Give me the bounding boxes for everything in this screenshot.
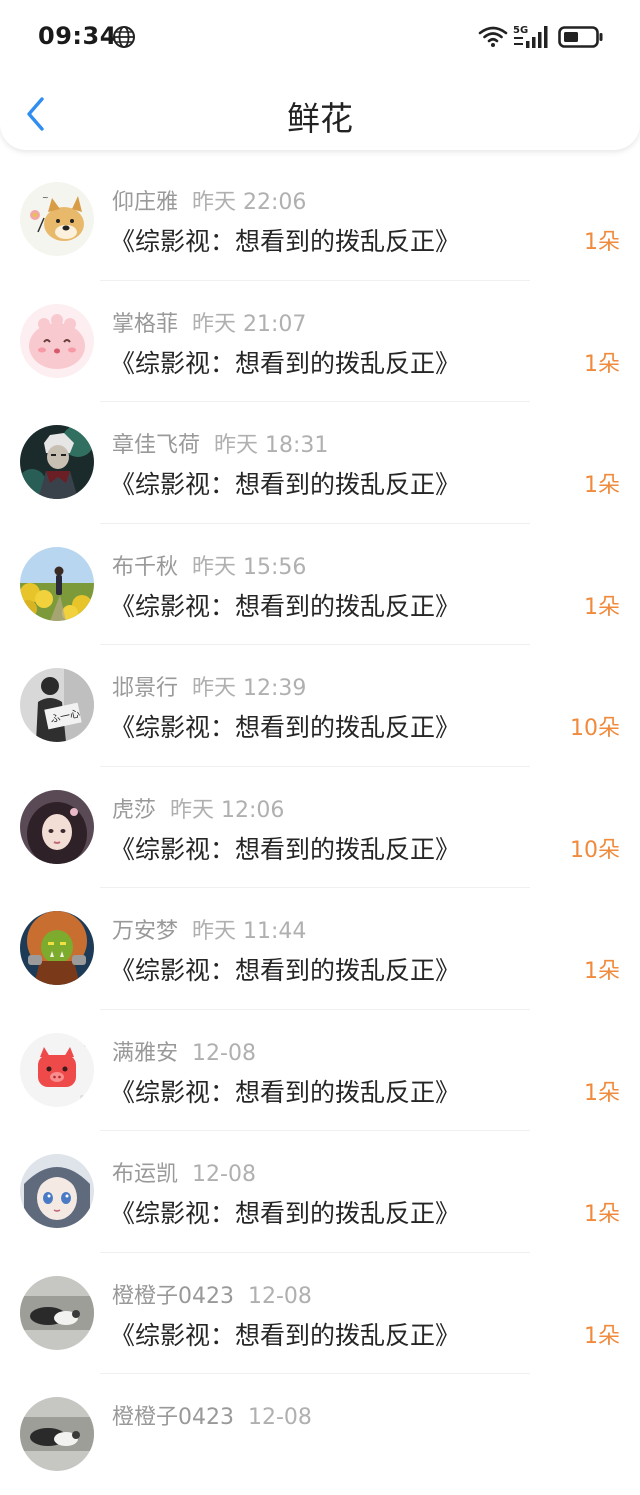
list-item[interactable]: 虎莎 昨天 12:06 《综影视：想看到的拨乱反正》 10朵	[0, 765, 640, 888]
top-header: 09:34 5G 鲜花	[0, 0, 640, 150]
book-title: 《综影视：想看到的拨乱反正》	[110, 1320, 461, 1350]
timestamp: 昨天 12:39	[192, 676, 307, 701]
item-meta: 掌格菲 昨天 21:07	[112, 306, 306, 338]
list-item[interactable]: ふ一心 邶景行 昨天 12:39 《综影视：想看到的拨乱反正》 10朵	[0, 644, 640, 766]
row-divider	[100, 644, 530, 645]
status-bar: 09:34 5G	[0, 0, 640, 76]
row-divider	[100, 522, 530, 524]
user-name[interactable]: 布运凯	[112, 1162, 178, 1187]
timestamp: 昨天 18:31	[214, 433, 329, 458]
status-time: 09:34	[38, 22, 117, 50]
row-divider	[100, 1130, 530, 1131]
row-divider	[100, 279, 530, 281]
list-item[interactable]: 橙橙子0423 12-08 《综影视：想看到的拨乱反正》 1朵	[0, 1251, 640, 1374]
avatar[interactable]	[20, 425, 94, 499]
user-name[interactable]: 布千秋	[112, 555, 178, 580]
row-divider	[100, 765, 530, 767]
flower-count: 1朵	[584, 959, 620, 984]
avatar[interactable]	[20, 546, 94, 621]
list-item[interactable]: 布千秋 昨天 15:56 《综影视：想看到的拨乱反正》 1朵	[0, 522, 640, 645]
item-meta: 仰庄雅 昨天 22:06	[112, 184, 306, 216]
flower-count: 1朵	[584, 230, 620, 255]
book-title: 《综影视：想看到的拨乱反正》	[110, 834, 461, 864]
list-item[interactable]: 掌格菲 昨天 21:07 《综影视：想看到的拨乱反正》 1朵	[0, 279, 640, 402]
wifi-icon	[478, 26, 508, 47]
timestamp: 12-08	[192, 1162, 256, 1187]
flower-count: 1朵	[584, 594, 620, 620]
flower-count: 10朵	[570, 716, 620, 741]
flower-count: 10朵	[570, 837, 620, 863]
svg-text:~: ~	[42, 193, 49, 202]
book-title: 《综影视：想看到的拨乱反正》	[110, 227, 461, 256]
timestamp: 昨天 11:44	[192, 919, 307, 944]
page-title: 鲜花	[287, 99, 353, 138]
item-meta: 邶景行 昨天 12:39	[112, 670, 306, 702]
book-title: 《综影视：想看到的拨乱反正》	[110, 1199, 461, 1228]
flower-count: 1朵	[584, 473, 620, 498]
timestamp: 12-08	[248, 1283, 312, 1309]
user-name[interactable]: 仰庄雅	[112, 190, 178, 215]
row-divider	[100, 1373, 530, 1374]
book-title: 《综影视：想看到的拨乱反正》	[110, 1077, 461, 1107]
book-title: 《综影视：想看到的拨乱反正》	[110, 591, 461, 621]
user-name[interactable]: 邶景行	[112, 676, 178, 701]
timestamp: 昨天 21:07	[192, 311, 307, 337]
list-item[interactable]: 布运凯 12-08 《综影视：想看到的拨乱反正》 1朵	[0, 1130, 640, 1252]
book-title: 《综影视：想看到的拨乱反正》	[110, 470, 461, 499]
avatar[interactable]	[20, 1397, 94, 1471]
item-meta: 橙橙子0423 12-08	[112, 1399, 312, 1431]
user-name[interactable]: 章佳飞荷	[112, 433, 200, 458]
list-item[interactable]: 橙橙子0423 12-08	[0, 1373, 640, 1495]
row-divider	[100, 1008, 530, 1010]
timestamp: 12-08	[192, 1040, 256, 1066]
item-meta: 章佳飞荷 昨天 18:31	[112, 427, 328, 459]
item-meta: 橙橙子0423 12-08	[112, 1278, 312, 1310]
user-name[interactable]: 掌格菲	[112, 312, 178, 337]
item-meta: 虎莎 昨天 12:06	[112, 792, 284, 824]
item-meta: 万安梦 昨天 11:44	[112, 913, 306, 945]
user-name[interactable]: 虎莎	[112, 798, 156, 823]
user-name[interactable]: 满雅安	[112, 1041, 178, 1066]
avatar[interactable]	[20, 1275, 94, 1350]
list-item[interactable]: 满雅安 12-08 《综影视：想看到的拨乱反正》 1朵	[0, 1008, 640, 1131]
timestamp: 12-08	[248, 1405, 312, 1430]
globe-icon	[113, 26, 135, 48]
book-title: 《综影视：想看到的拨乱反正》	[110, 956, 461, 985]
book-title: 《综影视：想看到的拨乱反正》	[110, 713, 461, 742]
flower-count: 1朵	[584, 351, 620, 377]
flower-list: ~ 仰庄雅 昨天 22:06 《综影视：想看到的拨乱反正》 1朵 掌格菲 昨天 21:07 《…	[0, 158, 640, 1495]
timestamp: 昨天 12:06	[170, 797, 285, 823]
user-name[interactable]: 万安梦	[112, 919, 178, 944]
timestamp: 昨天 22:06	[192, 190, 307, 215]
user-name[interactable]: 橙橙子0423	[112, 1284, 234, 1309]
avatar[interactable]	[20, 1154, 94, 1228]
item-meta: 布千秋 昨天 15:56	[112, 549, 306, 581]
avatar[interactable]	[20, 303, 94, 378]
avatar[interactable]: ふ一心	[20, 668, 94, 742]
list-item[interactable]: ~ 仰庄雅 昨天 22:06 《综影视：想看到的拨乱反正》 1朵	[0, 158, 640, 280]
book-title: 《综影视：想看到的拨乱反正》	[110, 348, 461, 378]
item-meta: 满雅安 12-08	[112, 1035, 256, 1067]
row-divider	[100, 1251, 530, 1253]
flower-count: 1朵	[584, 1202, 620, 1227]
user-name[interactable]: 橙橙子0423	[112, 1405, 234, 1430]
row-divider	[100, 887, 530, 888]
timestamp: 昨天 15:56	[192, 554, 307, 580]
network-label: 5G	[513, 25, 528, 36]
item-meta: 布运凯 12-08	[112, 1156, 256, 1188]
flower-count: 1朵	[584, 1080, 620, 1106]
list-item[interactable]: 章佳飞荷 昨天 18:31 《综影视：想看到的拨乱反正》 1朵	[0, 401, 640, 523]
row-divider	[100, 401, 530, 402]
avatar[interactable]: ~	[20, 182, 94, 256]
avatar[interactable]	[20, 789, 94, 864]
avatar[interactable]	[20, 1032, 94, 1107]
signal-icon: 5G	[513, 25, 548, 48]
avatar[interactable]	[20, 911, 94, 985]
battery-icon	[558, 26, 603, 48]
flower-count: 1朵	[584, 1323, 620, 1349]
list-item[interactable]: 万安梦 昨天 11:44 《综影视：想看到的拨乱反正》 1朵	[0, 887, 640, 1009]
